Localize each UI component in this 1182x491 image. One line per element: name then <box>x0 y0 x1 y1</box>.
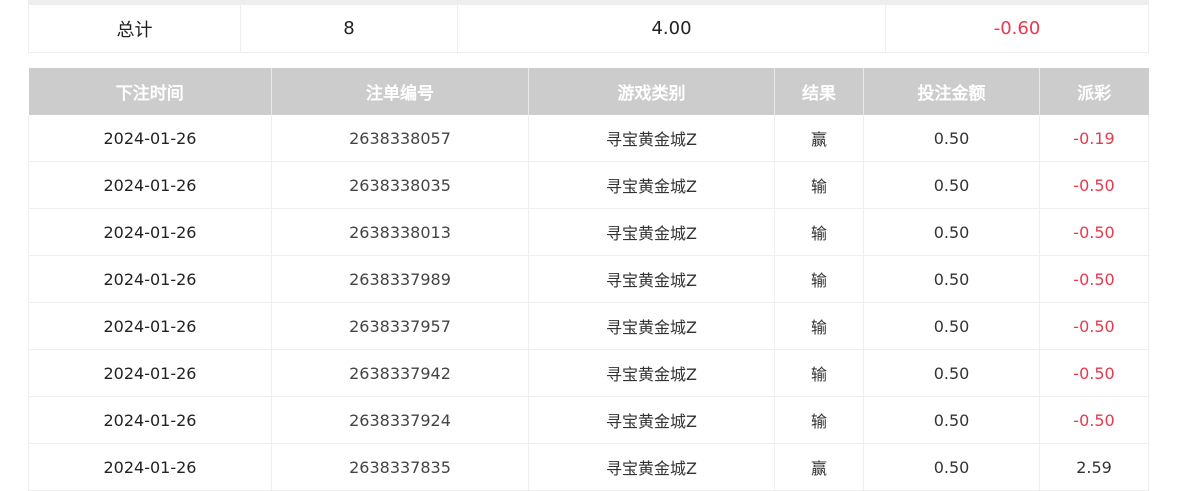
header-bet-amount: 投注金额 <box>863 68 1040 115</box>
header-game-type: 游戏类别 <box>528 68 775 115</box>
cell-game-type: 寻宝黄金城Z <box>528 302 775 350</box>
cell-bet-time: 2024-01-26 <box>28 161 272 209</box>
cell-result: 输 <box>774 396 864 444</box>
cell-payout: -0.50 <box>1039 255 1149 303</box>
cell-bet-time: 2024-01-26 <box>28 443 272 491</box>
summary-payout-total: -0.60 <box>885 0 1149 53</box>
cell-game-type: 寻宝黄金城Z <box>528 208 775 256</box>
cell-result: 赢 <box>774 115 864 162</box>
cell-payout: -0.50 <box>1039 302 1149 350</box>
cell-payout: -0.50 <box>1039 349 1149 397</box>
summary-row: 总计 8 4.00 -0.60 <box>28 0 1149 53</box>
cell-bet-id: 2638337924 <box>271 396 529 444</box>
summary-bet-total: 4.00 <box>457 0 886 53</box>
cell-bet-amount: 0.50 <box>863 396 1040 444</box>
cell-bet-id: 2638337957 <box>271 302 529 350</box>
cell-payout: 2.59 <box>1039 443 1149 491</box>
table-row: 2024-01-26 2638337924 寻宝黄金城Z 输 0.50 -0.50 <box>28 396 1149 444</box>
table-row: 2024-01-26 2638337957 寻宝黄金城Z 输 0.50 -0.50 <box>28 302 1149 350</box>
cell-payout: -0.19 <box>1039 115 1149 162</box>
cell-bet-amount: 0.50 <box>863 255 1040 303</box>
cell-bet-time: 2024-01-26 <box>28 115 272 162</box>
table-row: 2024-01-26 2638338013 寻宝黄金城Z 输 0.50 -0.50 <box>28 208 1149 256</box>
cell-result: 输 <box>774 208 864 256</box>
cell-bet-id: 2638337835 <box>271 443 529 491</box>
cell-bet-time: 2024-01-26 <box>28 396 272 444</box>
table-row: 2024-01-26 2638337942 寻宝黄金城Z 输 0.50 -0.50 <box>28 349 1149 397</box>
cell-bet-amount: 0.50 <box>863 115 1040 162</box>
cell-bet-time: 2024-01-26 <box>28 208 272 256</box>
cell-bet-amount: 0.50 <box>863 443 1040 491</box>
cell-bet-id: 2638338013 <box>271 208 529 256</box>
table-body: 2024-01-26 2638338057 寻宝黄金城Z 赢 0.50 -0.19 2024… <box>28 115 1149 491</box>
cell-game-type: 寻宝黄金城Z <box>528 115 775 162</box>
cell-bet-amount: 0.50 <box>863 161 1040 209</box>
cell-bet-amount: 0.50 <box>863 349 1040 397</box>
header-bet-time: 下注时间 <box>28 68 272 115</box>
cell-bet-amount: 0.50 <box>863 208 1040 256</box>
cell-game-type: 寻宝黄金城Z <box>528 349 775 397</box>
cell-payout: -0.50 <box>1039 161 1149 209</box>
table-row: 2024-01-26 2638338057 寻宝黄金城Z 赢 0.50 -0.19 <box>28 115 1149 162</box>
cell-payout: -0.50 <box>1039 396 1149 444</box>
cell-bet-id: 2638338035 <box>271 161 529 209</box>
cell-result: 输 <box>774 302 864 350</box>
summary-table: 总计 8 4.00 -0.60 <box>28 0 1149 53</box>
cell-bet-id: 2638337989 <box>271 255 529 303</box>
bet-records-table: 下注时间 注单编号 游戏类别 结果 投注金额 派彩 2024-01-26 2638… <box>28 68 1149 491</box>
table-row: 2024-01-26 2638337989 寻宝黄金城Z 输 0.50 -0.50 <box>28 255 1149 303</box>
cell-game-type: 寻宝黄金城Z <box>528 255 775 303</box>
header-result: 结果 <box>774 68 864 115</box>
table-row: 2024-01-26 2638337835 寻宝黄金城Z 赢 0.50 2.59 <box>28 443 1149 491</box>
table-header-row: 下注时间 注单编号 游戏类别 结果 投注金额 派彩 <box>28 68 1149 115</box>
cell-game-type: 寻宝黄金城Z <box>528 396 775 444</box>
cell-payout: -0.50 <box>1039 208 1149 256</box>
cell-result: 输 <box>774 255 864 303</box>
cell-bet-time: 2024-01-26 <box>28 302 272 350</box>
bet-record-page: 总计 8 4.00 -0.60 下注时间 注单编号 游戏类别 结果 投注金额 派… <box>0 0 1182 491</box>
cell-game-type: 寻宝黄金城Z <box>528 161 775 209</box>
header-payout: 派彩 <box>1039 68 1149 115</box>
cell-result: 输 <box>774 349 864 397</box>
table-row: 2024-01-26 2638338035 寻宝黄金城Z 输 0.50 -0.50 <box>28 161 1149 209</box>
summary-label: 总计 <box>28 0 241 53</box>
header-bet-id: 注单编号 <box>271 68 529 115</box>
cell-result: 赢 <box>774 443 864 491</box>
cell-bet-id: 2638338057 <box>271 115 529 162</box>
cell-bet-amount: 0.50 <box>863 302 1040 350</box>
summary-count: 8 <box>240 0 458 53</box>
cell-result: 输 <box>774 161 864 209</box>
cell-game-type: 寻宝黄金城Z <box>528 443 775 491</box>
cell-bet-time: 2024-01-26 <box>28 255 272 303</box>
cell-bet-id: 2638337942 <box>271 349 529 397</box>
cell-bet-time: 2024-01-26 <box>28 349 272 397</box>
